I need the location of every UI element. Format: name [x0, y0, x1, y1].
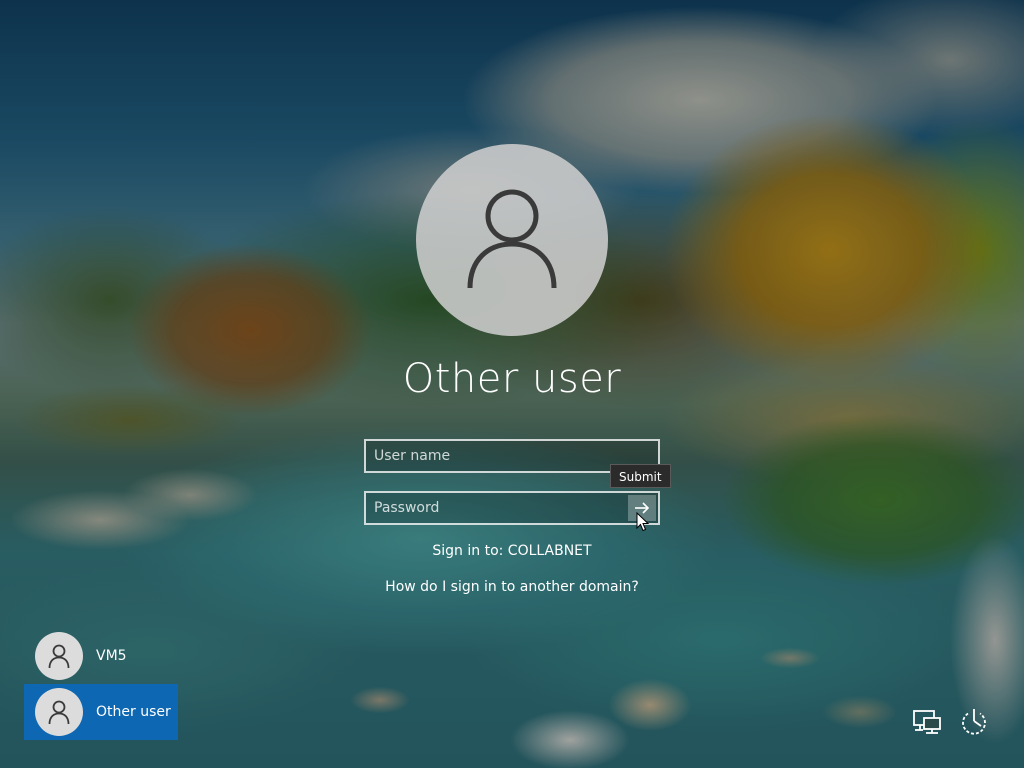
user-icon — [48, 644, 70, 668]
user-list-name: Other user — [96, 704, 171, 720]
lock-screen: Other user Submit Sign in to: COLLABNET … — [0, 0, 1024, 768]
network-icon — [913, 710, 941, 734]
mouse-cursor-icon — [636, 512, 650, 532]
user-icon — [467, 189, 557, 289]
other-domain-link[interactable]: How do I sign in to another domain? — [312, 579, 712, 595]
user-list-item-other-user[interactable]: Other user — [24, 684, 178, 740]
password-input[interactable] — [366, 493, 658, 523]
power-button[interactable] — [958, 706, 990, 738]
network-button[interactable] — [911, 706, 943, 738]
password-field-container — [364, 491, 660, 525]
power-icon — [962, 709, 986, 735]
user-avatar-large — [416, 144, 608, 336]
sign-in-domain-text: Sign in to: COLLABNET — [432, 543, 592, 559]
user-list-name: VM5 — [96, 648, 127, 664]
submit-tooltip: Submit — [610, 464, 671, 488]
user-avatar-small — [35, 632, 83, 680]
user-title: Other user — [402, 356, 622, 402]
user-icon — [48, 700, 70, 724]
user-avatar-small — [35, 688, 83, 736]
user-list-item-vm5[interactable]: VM5 — [24, 628, 178, 684]
